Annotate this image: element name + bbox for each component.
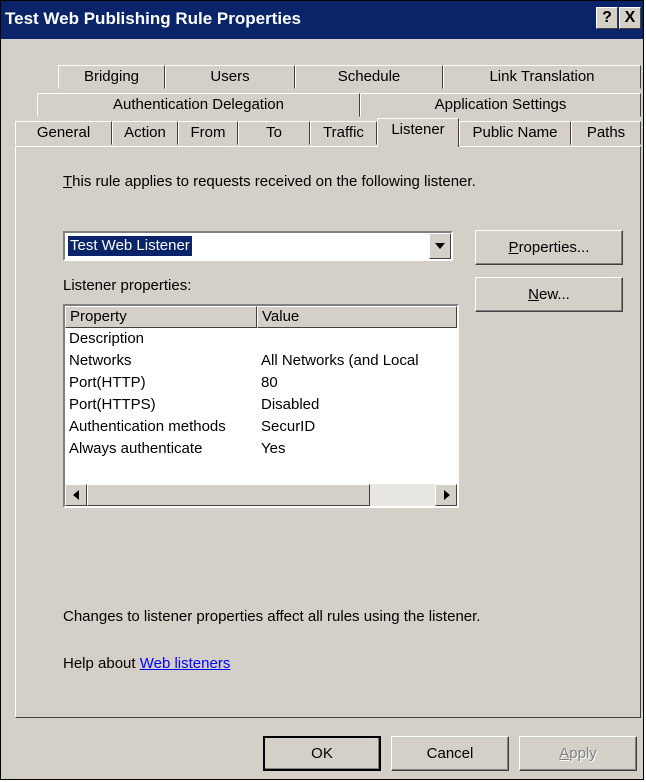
window-title: Test Web Publishing Rule Properties xyxy=(5,9,301,28)
close-button[interactable]: X xyxy=(619,7,641,29)
tab-paths[interactable]: Paths xyxy=(571,121,641,145)
tab-to[interactable]: To xyxy=(238,121,310,145)
help-button[interactable]: ? xyxy=(596,7,618,29)
apply-button[interactable]: Apply xyxy=(519,736,637,771)
properties-dialog: Test Web Publishing Rule Properties ? X … xyxy=(0,0,644,780)
tab-schedule[interactable]: Schedule xyxy=(295,65,443,89)
tab-users[interactable]: Users xyxy=(165,65,295,89)
ok-button[interactable]: OK xyxy=(263,736,381,771)
tab-bridging[interactable]: Bridging xyxy=(58,65,165,89)
tab-general[interactable]: General xyxy=(15,121,112,145)
tab-public-name[interactable]: Public Name xyxy=(459,121,571,145)
tab-action[interactable]: Action xyxy=(112,121,178,145)
title-bar: Test Web Publishing Rule Properties ? X xyxy=(1,1,643,39)
tab-from[interactable]: From xyxy=(178,121,238,145)
tab-listener[interactable]: Listener xyxy=(377,118,459,147)
listener-tab-panel xyxy=(15,146,641,718)
tab-authentication-delegation[interactable]: Authentication Delegation xyxy=(37,93,360,117)
tab-link-translation[interactable]: Link Translation xyxy=(443,65,641,89)
tab-traffic[interactable]: Traffic xyxy=(310,121,377,145)
tab-application-settings[interactable]: Application Settings xyxy=(360,93,641,117)
cancel-button[interactable]: Cancel xyxy=(391,736,509,771)
